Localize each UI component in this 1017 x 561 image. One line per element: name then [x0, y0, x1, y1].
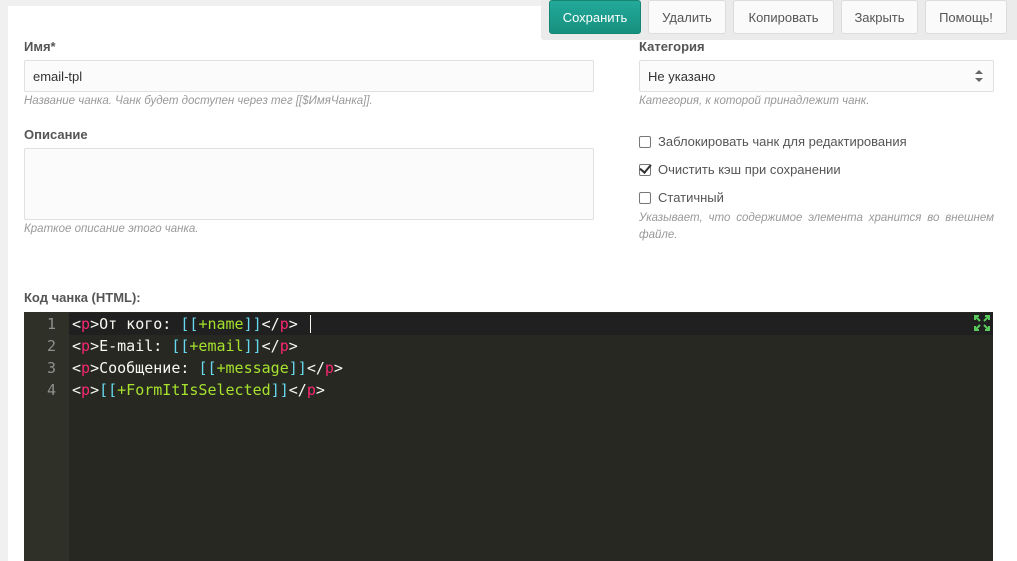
category-label: Категория: [639, 39, 705, 54]
description-label: Описание: [24, 127, 88, 142]
delete-button[interactable]: Удалить: [648, 0, 726, 34]
token-text: E-mail:: [99, 337, 172, 355]
token-gt: >: [288, 315, 298, 333]
name-input[interactable]: email-tpl: [24, 60, 594, 92]
token-lt: <: [72, 315, 82, 333]
token-gt: >: [90, 381, 100, 399]
category-hint: Категория, к которой принадлежит чанк.: [639, 95, 870, 107]
editor-gutter: 1 2 3 4: [24, 312, 69, 561]
clear-cache-checkbox[interactable]: [639, 163, 651, 176]
code-label: Код чанка (HTML):: [24, 290, 141, 305]
clear-cache-checkbox-label: Очистить кэш при сохранении: [658, 162, 841, 177]
token-gt: >: [90, 337, 100, 355]
token-text: От кого:: [99, 315, 181, 333]
lock-checkbox-row[interactable]: Заблокировать чанк для редактирования: [639, 134, 907, 149]
token-bracket-close: ]]: [243, 315, 262, 333]
token-placeholder: +FormItIsSelected: [117, 381, 271, 399]
line-number: 3: [46, 359, 56, 377]
clear-cache-checkbox-row[interactable]: Очистить кэш при сохранении: [639, 162, 841, 177]
description-hint: Краткое описание этого чанка.: [24, 223, 199, 235]
fullscreen-icon[interactable]: [974, 315, 990, 331]
name-label: Имя*: [24, 39, 56, 54]
help-button[interactable]: Помощь!: [925, 0, 1007, 34]
token-tag: p: [306, 381, 316, 399]
token-bracket-open: [[: [171, 337, 190, 355]
copy-button[interactable]: Копировать: [733, 0, 834, 34]
token-lt: <: [72, 359, 82, 377]
save-button[interactable]: Сохранить: [549, 0, 641, 34]
token-lt-slash: </: [306, 359, 325, 377]
static-checkbox[interactable]: [639, 191, 651, 204]
code-editor[interactable]: 1 2 3 4 <p>От кого: [[+name]]</p> <p>E-m…: [24, 312, 993, 561]
token-lt: <: [72, 337, 82, 355]
name-input-value: email-tpl: [33, 68, 83, 84]
token-tag: p: [81, 381, 91, 399]
token-gt: >: [288, 337, 298, 355]
token-gt: >: [90, 315, 100, 333]
description-textarea[interactable]: [24, 148, 594, 220]
name-hint: Название чанка. Чанк будет доступен чере…: [24, 95, 373, 107]
lock-checkbox[interactable]: [639, 135, 651, 148]
token-gt: >: [315, 381, 325, 399]
token-tag: p: [324, 359, 334, 377]
token-lt-slash: </: [261, 337, 280, 355]
select-arrows-icon: [975, 70, 983, 82]
token-bracket-open: [[: [180, 315, 199, 333]
category-select[interactable]: Не указано: [639, 60, 994, 92]
code-line[interactable]: <p>Сообщение: [[+message]]</p>: [72, 357, 343, 379]
line-number: 4: [46, 381, 56, 399]
code-line[interactable]: <p>E-mail: [[+email]]</p>: [72, 335, 298, 357]
token-tag: p: [81, 359, 91, 377]
token-tag: p: [279, 315, 289, 333]
action-toolbar: Сохранить Удалить Копировать Закрыть Пом…: [541, 0, 1017, 40]
category-select-value: Не указано: [648, 68, 716, 84]
token-tag: p: [279, 337, 289, 355]
close-button[interactable]: Закрыть: [841, 0, 918, 34]
token-gt: >: [333, 359, 343, 377]
static-hint: Указывает, что содержимое элемента храни…: [639, 212, 994, 241]
token-gt: >: [90, 359, 100, 377]
token-bracket-open: [[: [99, 381, 118, 399]
token-placeholder: +email: [189, 337, 244, 355]
text-cursor: [310, 315, 311, 333]
lock-checkbox-label: Заблокировать чанк для редактирования: [658, 134, 907, 149]
token-lt-slash: </: [288, 381, 307, 399]
token-lt: <: [72, 381, 82, 399]
token-placeholder: +message: [216, 359, 289, 377]
token-bracket-close: ]]: [243, 337, 262, 355]
code-line[interactable]: <p>От кого: [[+name]]</p>: [72, 313, 298, 335]
line-number: 1: [46, 315, 56, 333]
code-line[interactable]: <p>[[+FormItIsSelected]]</p>: [72, 379, 325, 401]
token-tag: p: [81, 337, 91, 355]
token-bracket-close: ]]: [270, 381, 289, 399]
token-bracket-close: ]]: [288, 359, 307, 377]
static-checkbox-row[interactable]: Статичный: [639, 190, 724, 205]
line-number: 2: [46, 337, 56, 355]
token-lt-slash: </: [261, 315, 280, 333]
token-placeholder: +name: [198, 315, 244, 333]
static-checkbox-label: Статичный: [658, 190, 724, 205]
token-text: Сообщение:: [99, 359, 199, 377]
token-bracket-open: [[: [198, 359, 217, 377]
token-tag: p: [81, 315, 91, 333]
